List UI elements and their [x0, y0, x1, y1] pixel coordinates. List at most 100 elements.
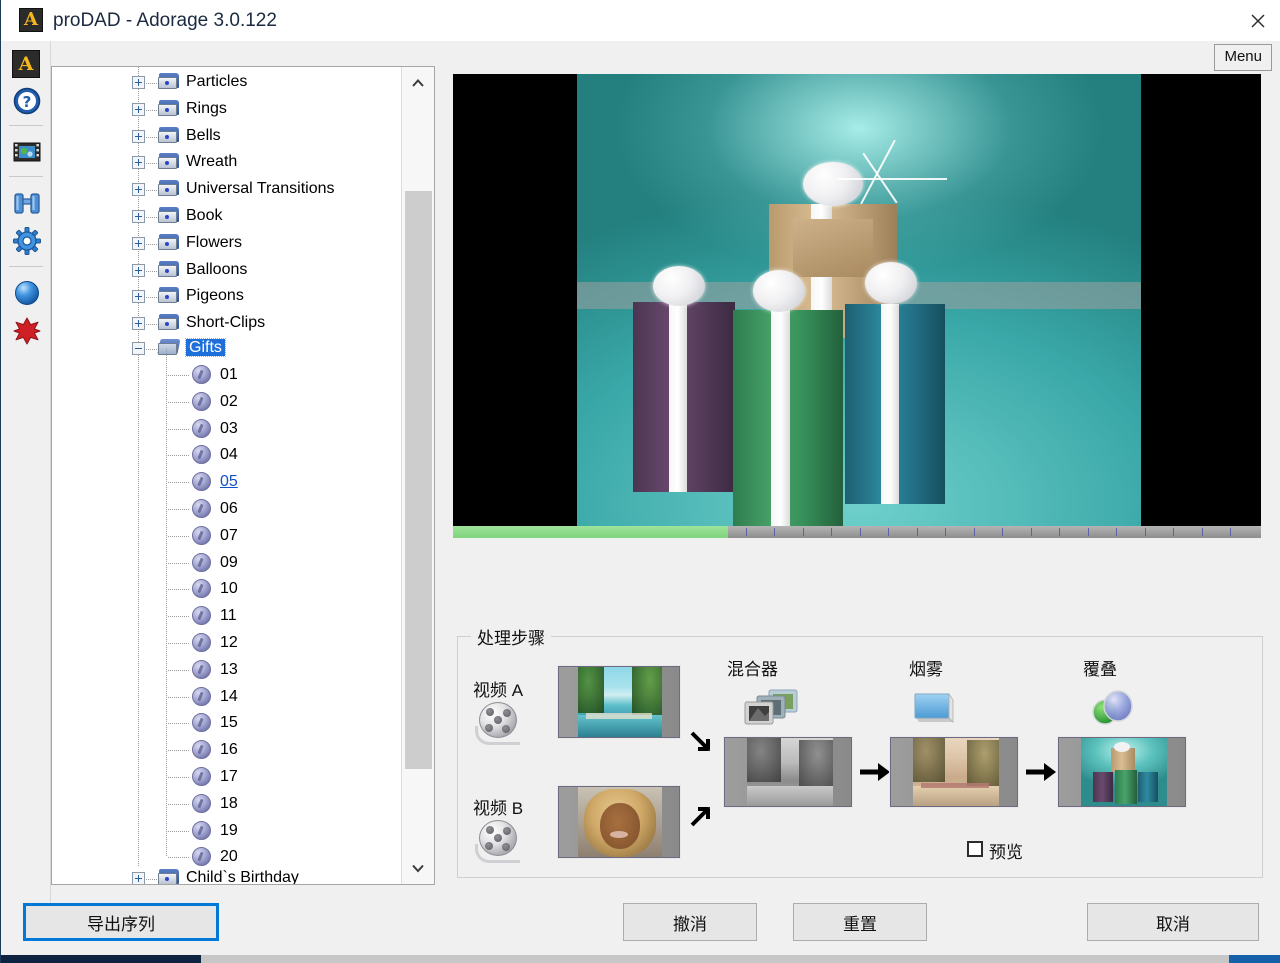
- preview-checkbox[interactable]: [967, 841, 983, 857]
- tree-expand-toggle[interactable]: [132, 236, 145, 250]
- tree-guide-line: [146, 297, 158, 299]
- help-icon: ?: [13, 87, 41, 115]
- folder-icon: [158, 287, 180, 304]
- tree-item-wreath[interactable]: Wreath: [52, 149, 401, 176]
- progress-tick: [973, 528, 975, 536]
- tree-guide-line: [146, 217, 158, 218]
- progress-tick: [1201, 528, 1203, 536]
- menu-button[interactable]: Menu: [1214, 44, 1272, 71]
- tree-child-06[interactable]: 06: [52, 496, 401, 523]
- progress-tick: [859, 528, 861, 536]
- tree-child-16[interactable]: 16: [52, 737, 401, 764]
- preview-viewport[interactable]: [453, 74, 1261, 526]
- mixer-thumbnail[interactable]: [724, 737, 852, 807]
- tree-item-childs-birthday[interactable]: Child`s Birthday: [52, 865, 401, 884]
- tree-collapse-toggle[interactable]: [132, 342, 145, 355]
- tree-expand-toggle[interactable]: [132, 76, 145, 89]
- effects-tree-panel: Particles Rings Bells Wreath Universal Trans…: [51, 66, 435, 885]
- scroll-up-button[interactable]: [402, 67, 434, 99]
- tree-expand-toggle[interactable]: [132, 210, 145, 223]
- tree-child-18[interactable]: 18: [52, 791, 401, 818]
- thumb-image-gift-result: [1081, 738, 1167, 806]
- tree-child-11[interactable]: 11: [52, 603, 401, 630]
- tree-item-particles[interactable]: Particles: [52, 69, 401, 96]
- tree-guide-line: [168, 803, 190, 805]
- tree-guide-line: [168, 589, 190, 591]
- tree-item-book[interactable]: Book: [52, 203, 401, 230]
- progress-tick: [1002, 528, 1004, 536]
- rail-sphere-button[interactable]: [12, 278, 42, 308]
- tool-rail: A ?: [1, 41, 51, 919]
- scroll-thumb[interactable]: [405, 191, 432, 769]
- tree-expand-toggle[interactable]: [132, 102, 145, 116]
- close-button[interactable]: [1234, 0, 1280, 41]
- rail-binoculars-button[interactable]: [12, 188, 42, 218]
- tree-child-05[interactable]: 05: [52, 469, 401, 496]
- tree-child-label: 04: [220, 446, 238, 464]
- rail-media-button[interactable]: [12, 137, 42, 167]
- tree-expand-toggle[interactable]: [132, 290, 145, 304]
- tree-child-label: 09: [220, 553, 238, 571]
- tree-child-02[interactable]: 02: [52, 389, 401, 416]
- tree-scrollbar[interactable]: [401, 67, 434, 884]
- sparkle: [837, 178, 947, 180]
- sphere-icon: [15, 281, 39, 305]
- tree-guide-line: [168, 643, 190, 644]
- taskbar-segment-right: [1229, 955, 1280, 963]
- tree-child-label: 11: [220, 607, 237, 625]
- tree-expand-toggle[interactable]: [132, 129, 145, 143]
- progress-fill: [453, 526, 728, 538]
- tree-child-15[interactable]: 15: [52, 710, 401, 737]
- tree-expand-toggle[interactable]: [132, 872, 145, 884]
- tree-item-pigeons[interactable]: Pigeons: [52, 283, 401, 310]
- rail-app-logo-button[interactable]: A: [12, 50, 42, 80]
- progress-tick: [774, 528, 776, 536]
- film-reel-icon-b: [475, 820, 521, 863]
- video-a-thumbnail[interactable]: [558, 666, 680, 738]
- smoke-thumbnail[interactable]: [890, 737, 1018, 807]
- tree-item-flowers[interactable]: Flowers: [52, 230, 401, 257]
- tree-expand-toggle[interactable]: [132, 263, 145, 277]
- rail-help-button[interactable]: ?: [12, 86, 42, 116]
- undo-button[interactable]: 撤消: [623, 903, 757, 941]
- tree-child-17[interactable]: 17: [52, 764, 401, 791]
- tree-item-bells[interactable]: Bells: [52, 123, 401, 150]
- tree-child-active-label: 05: [220, 473, 238, 491]
- cancel-button[interactable]: 取消: [1087, 903, 1259, 941]
- tree-child-12[interactable]: 12: [52, 630, 401, 657]
- rail-settings-button[interactable]: [12, 226, 42, 256]
- preview-progress-bar[interactable]: [453, 526, 1261, 538]
- tree-guide-line: [168, 401, 190, 403]
- tree-expand-toggle[interactable]: [132, 156, 145, 170]
- tree-item-balloons[interactable]: Balloons: [52, 257, 401, 284]
- overlay-thumbnail[interactable]: [1058, 737, 1186, 807]
- tree-item-gifts[interactable]: Gifts: [52, 335, 401, 362]
- scroll-down-button[interactable]: [402, 852, 434, 884]
- tree-item-rings[interactable]: Rings: [52, 96, 401, 123]
- tree-child-03[interactable]: 03: [52, 416, 401, 443]
- reset-button[interactable]: 重置: [793, 903, 927, 941]
- tree-child-14[interactable]: 14: [52, 684, 401, 711]
- window-title: proDAD - Adorage 3.0.122: [53, 10, 277, 31]
- tree-item-universal-transitions[interactable]: Universal Transitions: [52, 176, 401, 203]
- tree-child-01[interactable]: 01: [52, 362, 401, 389]
- rail-delete-button[interactable]: [12, 316, 42, 346]
- tree-child-19[interactable]: 19: [52, 818, 401, 845]
- tree-expand-toggle[interactable]: [132, 183, 145, 197]
- tree-child-04[interactable]: 04: [52, 442, 401, 469]
- progress-tick: [888, 528, 890, 536]
- effect-bullet-icon: [192, 525, 211, 545]
- tree-item-short-clips[interactable]: Short-Clips: [52, 310, 401, 337]
- video-b-thumbnail[interactable]: [558, 786, 680, 858]
- export-sequence-button[interactable]: 导出序列: [23, 903, 219, 941]
- tree-expand-toggle[interactable]: [132, 317, 145, 331]
- tree-child-07[interactable]: 07: [52, 523, 401, 550]
- tree-guide-line: [146, 190, 158, 192]
- tree-child-09[interactable]: 09: [52, 550, 401, 577]
- tree-child-13[interactable]: 13: [52, 657, 401, 684]
- tree-child-10[interactable]: 10: [52, 576, 401, 603]
- tree-item-label: Rings: [186, 99, 227, 117]
- tree-item-label: Child`s Birthday: [186, 869, 299, 884]
- effect-bullet-icon: [192, 686, 211, 706]
- effect-bullet-icon: [192, 472, 211, 492]
